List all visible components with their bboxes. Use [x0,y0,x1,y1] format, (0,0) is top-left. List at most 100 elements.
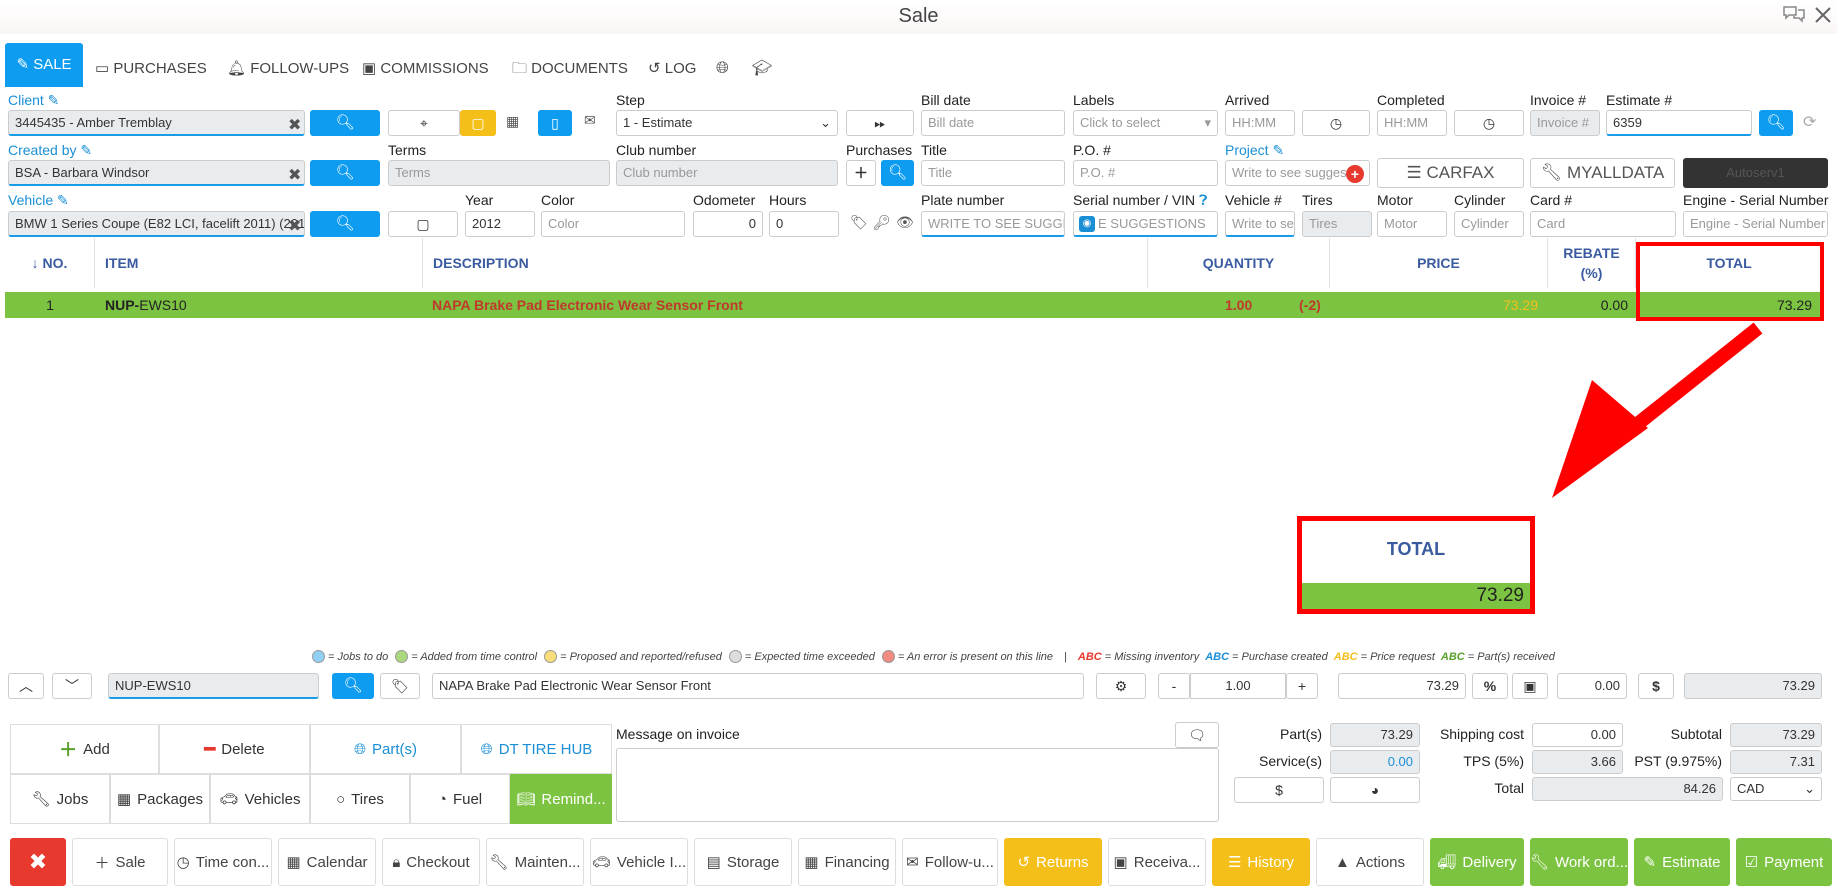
po-input[interactable]: P.O. # [1073,160,1218,186]
eye-icon[interactable]: 👁︎ [896,214,914,231]
globe-icon[interactable]: 🌐︎ [716,48,729,90]
created-by-search-button[interactable]: 🔍︎ [310,160,380,186]
close-sale-button[interactable]: ✖ [10,838,66,886]
next-step-button[interactable]: ⏩︎ [846,110,914,136]
tab-log[interactable]: ↺ LOG [648,48,696,90]
binoculars-button[interactable]: ⌖ [388,110,460,136]
tires-button[interactable]: ○ Tires [310,774,410,824]
chat-icon[interactable] [1782,5,1806,23]
year-input[interactable]: 2012 [465,211,535,237]
financing-button[interactable]: ▦ Financing [798,838,896,886]
refresh-icon[interactable]: ⟳ [1803,112,1816,132]
remind-button[interactable]: 📖︎ Remind... [510,774,612,824]
engine-input[interactable]: Engine - Serial Number [1683,211,1828,237]
arrived-clock-button[interactable]: ◷ [1302,110,1370,136]
follow-up-button[interactable]: ✉ Follow-u... [902,838,998,886]
line-tag-button[interactable]: 🏷︎ [380,673,420,699]
odometer-input[interactable]: 0 [693,211,763,237]
client-label[interactable]: Client ✎ [8,92,59,109]
completed-clock-button[interactable]: ◷ [1454,110,1524,136]
tires-input[interactable]: Tires [1302,211,1372,237]
estimate-button[interactable]: ✎ Estimate [1634,838,1730,886]
line-rebate-input[interactable]: 0.00 [1557,673,1627,699]
packages-button[interactable]: ▦ Packages [110,774,210,824]
jobs-button[interactable]: 🔧︎ Jobs [10,774,110,824]
time-control-button[interactable]: ◷ Time con... [174,838,272,886]
storage-button[interactable]: ▤ Storage [694,838,792,886]
col-no-header[interactable]: ↓ NO. [5,238,95,288]
key-icon[interactable]: 🔑︎ [873,214,891,231]
actions-button[interactable]: ▲ Actions [1316,838,1424,886]
line-settings-button[interactable]: ⚙ [1096,673,1146,699]
payment-button[interactable]: ☑ Payment [1736,838,1832,886]
returns-button[interactable]: ↺ Returns [1004,838,1102,886]
vehicle-input[interactable]: BMW 1 Series Coupe (E82 LCI, facelift 20… [8,211,305,237]
line-item-input[interactable]: NUP-EWS10 [108,673,319,699]
history-button[interactable]: ☰ History [1212,838,1310,886]
receivable-button[interactable]: ▣ Receiva... [1108,838,1206,886]
add-project-icon[interactable]: + [1346,165,1364,183]
carfax-button[interactable]: ☰ CARFAX [1377,158,1524,188]
dollar-button[interactable]: $ [1638,673,1674,699]
delivery-button[interactable]: 🚚︎ Delivery [1430,838,1524,886]
hours-input[interactable]: 0 [769,211,839,237]
tab-purchases[interactable]: ▭ PURCHASES [95,48,207,90]
fuel-button[interactable]: ◔ Fuel [410,774,510,824]
created-by-label[interactable]: Created by ✎ [8,142,92,159]
clear-vehicle-icon[interactable]: ✖ [288,216,301,236]
qty-plus-button[interactable]: + [1286,673,1318,699]
line-price-input[interactable]: 73.29 [1338,673,1466,699]
plate-input[interactable]: WRITE TO SEE SUGGEST [921,211,1065,237]
add-purchase-button[interactable]: ＋ [846,160,876,186]
currency-select[interactable]: CAD ⌄ [1730,777,1822,801]
purchase-search-button[interactable]: 🔍︎ [881,160,914,186]
move-up-button[interactable]: ︿ [8,673,44,699]
clear-created-by-icon[interactable]: ✖ [288,165,301,185]
envelope-icon[interactable]: ✉ [584,112,596,129]
add-button[interactable]: ＋ Add [10,724,159,774]
question-icon[interactable]: ❓︎ [1199,192,1207,208]
terms-input[interactable]: Terms [388,160,610,186]
qty-minus-button[interactable]: - [1158,673,1190,699]
club-number-input[interactable]: Club number [616,160,838,186]
vehicle-search-button[interactable]: 🔍︎ [310,211,380,237]
labels-select[interactable]: Click to select ▾ [1073,110,1218,136]
cylinder-input[interactable]: Cylinder [1454,211,1524,237]
completed-input[interactable]: HH:MM [1377,110,1447,136]
motor-input[interactable]: Motor [1377,211,1447,237]
message-comment-button[interactable]: 🗨︎ [1175,722,1219,748]
delete-button[interactable]: ━ Delete [159,724,310,774]
autoserv-button[interactable]: Autoserv1 [1683,158,1828,188]
arrived-input[interactable]: HH:MM [1225,110,1295,136]
myalldata-button[interactable]: 🔧︎ MYALLDATA [1530,158,1675,188]
new-sale-button[interactable]: ＋ Sale [72,838,168,886]
message-textarea[interactable] [616,748,1219,822]
tab-commissions[interactable]: ▣ COMMISSIONS [362,48,489,90]
vehicle-number-input[interactable]: Write to se [1225,211,1295,237]
line-search-button[interactable]: 🔍︎ [332,673,374,699]
card-input[interactable]: Card [1530,211,1676,237]
tab-documents[interactable]: 🗀 DOCUMENTS [512,48,628,90]
mobile-button[interactable]: ▯ [538,110,572,136]
line-description-input[interactable]: NAPA Brake Pad Electronic Wear Sensor Fr… [432,673,1084,699]
clear-client-icon[interactable]: ✖ [288,115,301,135]
vehicle-info-button[interactable]: 🚗︎ Vehicle I... [590,838,688,886]
graduation-cap-icon[interactable]: 🎓︎ [752,48,772,90]
project-label[interactable]: Project ✎ [1225,142,1284,159]
qty-input[interactable]: 1.00 [1190,673,1286,699]
invoice-input[interactable]: Invoice # [1530,110,1600,136]
work-order-button[interactable]: 🔧︎ Work ord... [1530,838,1628,886]
checkout-button[interactable]: 🔒︎ Checkout [382,838,480,886]
line-total-input[interactable]: 73.29 [1684,673,1822,699]
camera-icon[interactable]: ◉ [1079,216,1095,232]
bill-date-input[interactable]: Bill date [921,110,1065,136]
note-button[interactable]: ▢ [460,110,496,136]
summary-dollar-button[interactable]: $ [1234,777,1324,803]
color-input[interactable]: Color [541,211,685,237]
dt-tire-hub-button[interactable]: 🌐︎ DT TIRE HUB [461,724,612,774]
title-input[interactable]: Title [921,160,1065,186]
tab-follow-ups[interactable]: 🔔︎ FOLLOW-UPS [227,48,349,90]
client-search-button[interactable]: 🔍︎ [310,110,380,136]
created-by-input[interactable]: BSA - Barbara Windsor [8,160,305,186]
maintenance-button[interactable]: 🔧︎ Mainten... [486,838,584,886]
